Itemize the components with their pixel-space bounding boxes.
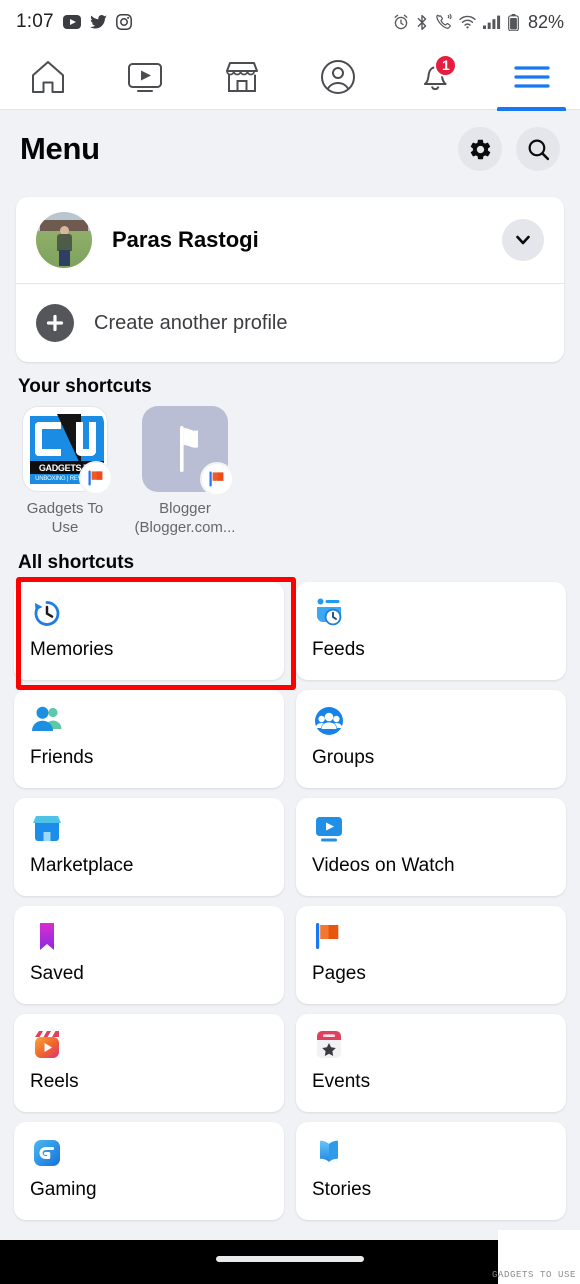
person-circle-icon [321, 59, 356, 94]
avatar [36, 212, 92, 268]
notification-badge: 1 [434, 53, 458, 77]
shortcut-item-gadgets-to-use[interactable]: GADGETS TO UNBOXING | REVIEWS | Gadgets … [14, 406, 116, 538]
bookmark-icon [30, 919, 268, 955]
phone-screen: 1:07 82% 1 Menu Paras Rastogi Create ano… [0, 0, 580, 1284]
storefront-icon [225, 61, 258, 92]
bluetooth-icon [417, 14, 427, 30]
create-profile-label: Create another profile [94, 311, 288, 334]
tile-label: Saved [30, 962, 84, 984]
gear-icon [470, 139, 490, 159]
create-profile-row[interactable]: Create another profile [16, 284, 564, 362]
youtube-icon [62, 15, 81, 29]
menu-content: Paras Rastogi Create another profile You… [0, 187, 580, 1284]
shortcut-tile-gaming[interactable]: Gaming [14, 1121, 284, 1220]
tile-label: Memories [30, 638, 114, 660]
signal-icon [482, 15, 501, 29]
status-time: 1:07 [16, 11, 54, 32]
plus-icon [36, 304, 74, 342]
wifi-icon [459, 15, 476, 29]
profile-name: Paras Rastogi [112, 227, 259, 252]
status-bar-right: 82% [393, 12, 564, 33]
header-actions [458, 127, 560, 171]
shortcut-tile-feeds[interactable]: Feeds [296, 581, 566, 680]
friends-icon [30, 703, 268, 739]
page-flag-icon [79, 461, 113, 495]
marketplace-tab[interactable] [193, 44, 290, 110]
book-icon [312, 1135, 550, 1171]
page-flag-icon [312, 919, 550, 955]
notifications-tab[interactable]: 1 [387, 44, 484, 110]
tile-label: Friends [30, 746, 94, 768]
storefront-icon [30, 811, 268, 847]
shortcut-tile-stories[interactable]: Stories [296, 1121, 566, 1220]
white-flag-icon [142, 406, 234, 496]
tile-label: Gaming [30, 1178, 97, 1200]
home-indicator[interactable] [216, 1256, 364, 1262]
groups-icon [312, 703, 550, 739]
video-play-icon [312, 811, 550, 847]
status-bar-left: 1:07 [16, 11, 132, 33]
shortcut-tile-groups[interactable]: Groups [296, 689, 566, 788]
settings-button[interactable] [458, 127, 502, 171]
your-shortcuts-list: GADGETS TO UNBOXING | REVIEWS | Gadgets … [0, 406, 580, 538]
shortcut-label: Gadgets To Use [26, 500, 104, 536]
search-button[interactable] [516, 127, 560, 171]
video-tab[interactable] [97, 44, 194, 110]
shortcut-tile-saved[interactable]: Saved [14, 905, 284, 1004]
profile-row[interactable]: Paras Rastogi [16, 197, 564, 283]
page-flag-icon [200, 462, 234, 496]
instagram-icon [115, 14, 132, 30]
chevron-down-icon [516, 235, 530, 245]
top-navigation-bar: 1 [0, 44, 580, 111]
menu-header: Menu [0, 111, 580, 187]
shortcut-tile-videos-on-watch[interactable]: Videos on Watch [296, 797, 566, 896]
tile-label: Pages [312, 962, 366, 984]
shortcut-tile-events[interactable]: Events [296, 1013, 566, 1112]
shortcut-label: Blogger (Blogger.com... [134, 500, 236, 536]
gadgets-to-use-logo: GADGETS TO UNBOXING | REVIEWS | [22, 406, 113, 495]
tile-label: Feeds [312, 638, 365, 660]
menu-tab[interactable] [483, 44, 580, 111]
alarm-icon [394, 14, 408, 30]
profile-expand-button[interactable] [502, 219, 544, 261]
tile-label: Groups [312, 746, 375, 768]
battery-icon [508, 13, 519, 31]
all-shortcuts-title: All shortcuts [18, 551, 135, 573]
battery-percent: 82% [527, 11, 564, 32]
profile-card: Paras Rastogi Create another profile [16, 197, 564, 362]
shortcut-tile-friends[interactable]: Friends [14, 689, 284, 788]
your-shortcuts-title: Your shortcuts [18, 376, 152, 397]
shortcut-tile-pages[interactable]: Pages [296, 905, 566, 1004]
video-icon [128, 62, 162, 92]
gaming-icon [30, 1135, 268, 1171]
home-tab[interactable] [0, 44, 97, 110]
status-bar: 1:07 82% [0, 0, 580, 44]
search-icon [528, 139, 549, 160]
all-shortcuts-grid: Memories Feeds Friends Groups Marketplac… [0, 581, 580, 1220]
calendar-star-icon [312, 1027, 550, 1063]
reels-icon [30, 1027, 268, 1063]
shortcut-tile-marketplace[interactable]: Marketplace [14, 797, 284, 896]
tile-label: Stories [312, 1178, 372, 1200]
tile-label: Events [312, 1070, 371, 1092]
shortcut-item-blogger[interactable]: Blogger (Blogger.com... [134, 406, 236, 538]
watermark: GADGETS TO USE [491, 1270, 576, 1280]
twitter-icon [89, 15, 107, 29]
tile-label: Videos on Watch [312, 854, 455, 876]
clock-rewind-icon [30, 595, 268, 631]
hamburger-icon [514, 65, 550, 88]
vibrate-call-icon [436, 14, 452, 29]
page-title: Menu [20, 131, 100, 166]
home-icon [32, 60, 65, 93]
shortcut-tile-memories[interactable]: Memories [14, 581, 284, 680]
feeds-clock-icon [312, 595, 550, 631]
shortcut-tile-reels[interactable]: Reels [14, 1013, 284, 1112]
tile-label: Marketplace [30, 854, 134, 876]
tile-label: Reels [30, 1070, 79, 1092]
profile-tab[interactable] [290, 44, 387, 110]
